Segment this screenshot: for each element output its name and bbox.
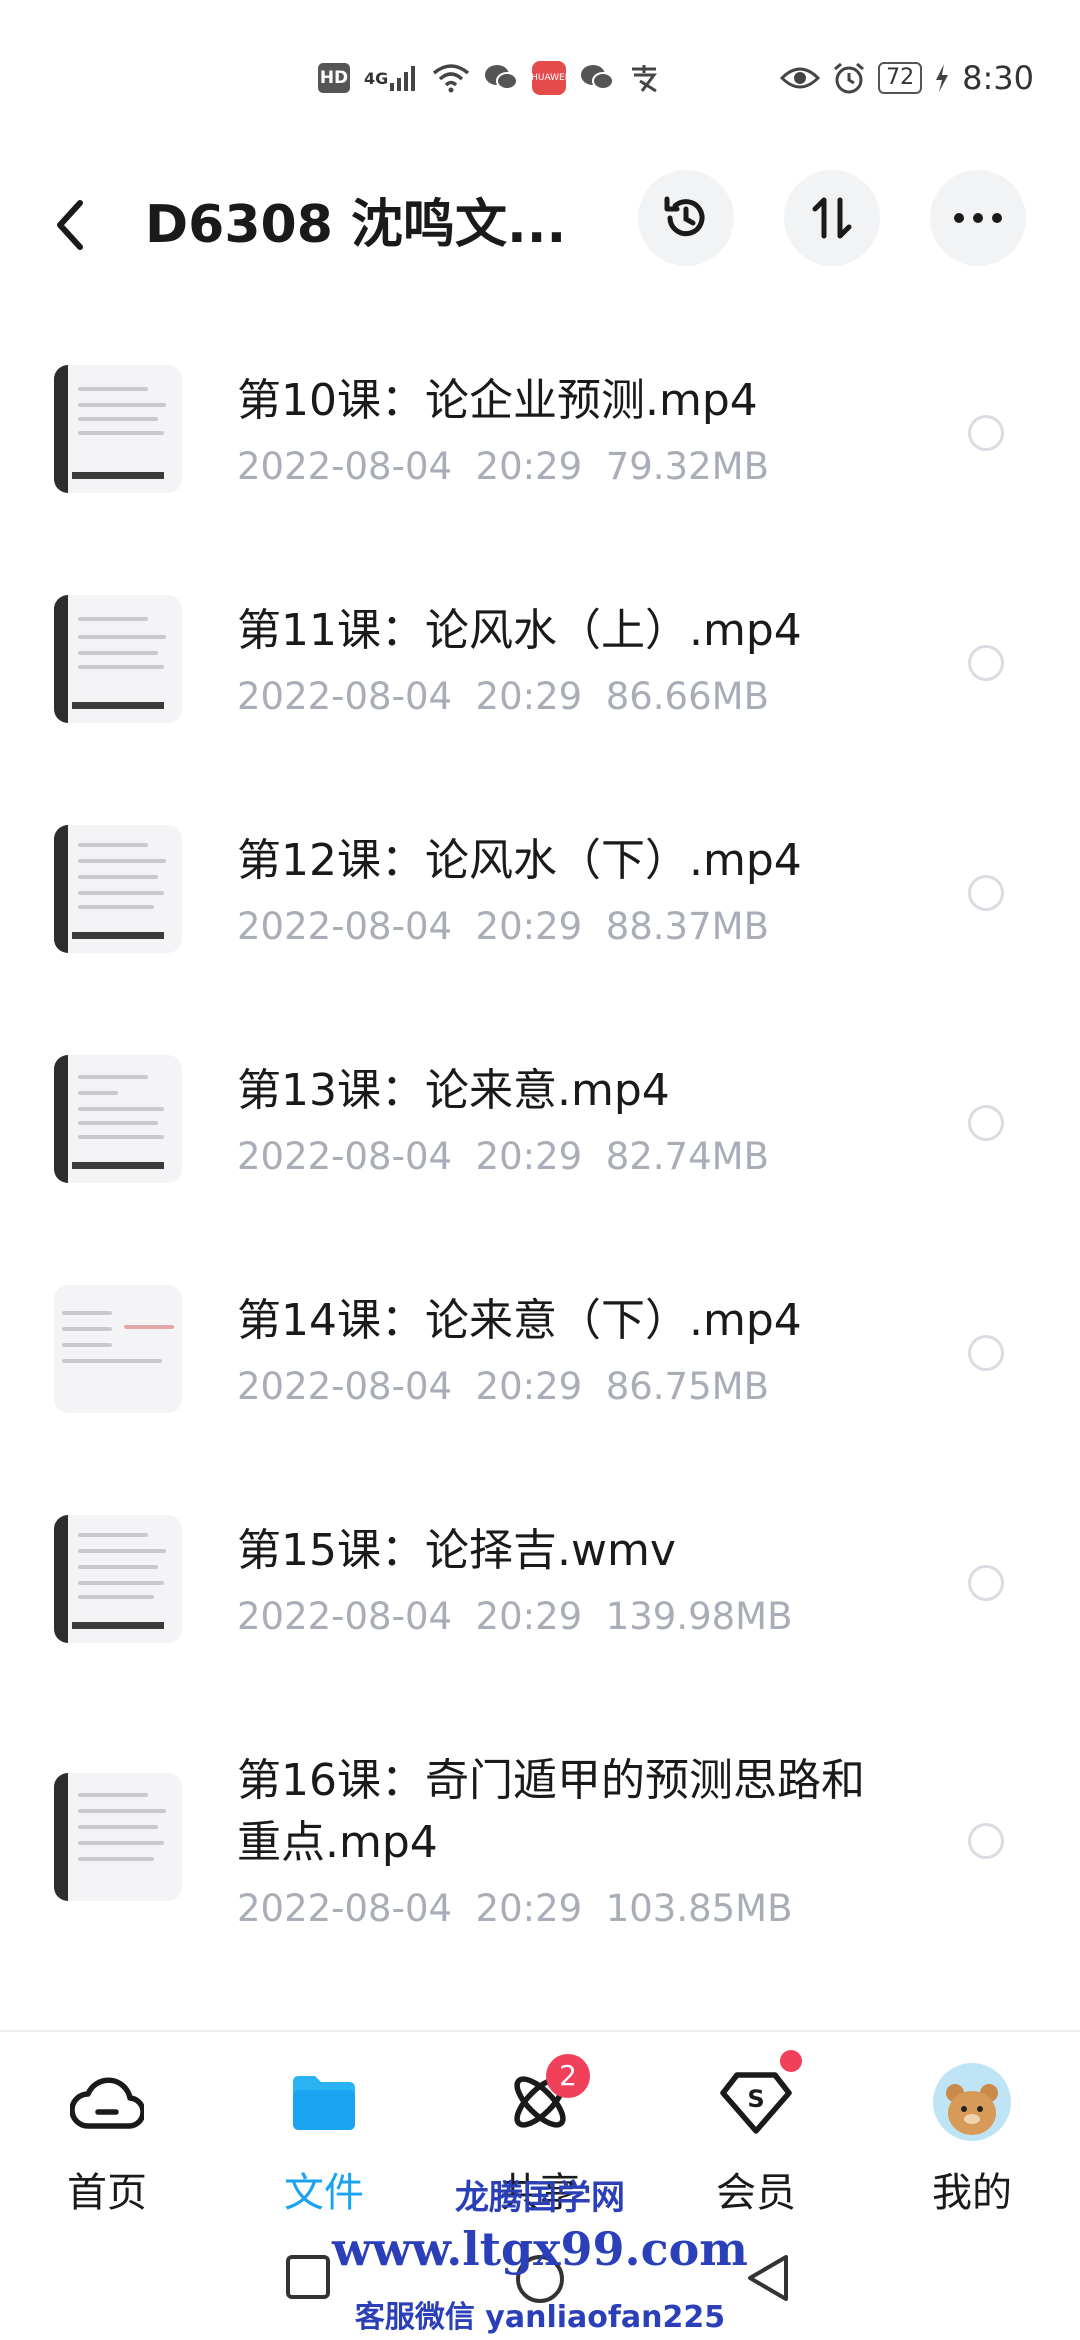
file-row[interactable]: 第12课：论风水（下）.mp4 2022-08-04 20:29 88.37MB: [0, 805, 1080, 1005]
file-meta: 2022-08-04 20:29 79.32MB: [237, 445, 769, 488]
file-row[interactable]: 第11课：论风水（上）.mp4 2022-08-04 20:29 86.66MB: [0, 575, 1080, 775]
file-size: 88.37MB: [605, 905, 769, 948]
file-size: 86.75MB: [605, 1365, 769, 1408]
sort-icon: [812, 197, 852, 239]
status-right-icons: 72 8:30: [780, 58, 1034, 98]
wechat-icon: [484, 63, 519, 93]
video-thumbnail: [54, 1773, 182, 1901]
select-radio[interactable]: [968, 415, 1004, 451]
battery-level: 72: [878, 62, 923, 94]
video-thumbnail: [54, 365, 182, 493]
vip-shield-icon: S: [716, 2050, 802, 2142]
share-atom-icon: 2: [500, 2054, 590, 2142]
video-thumbnail: [54, 1515, 182, 1643]
file-date: 2022-08-04 20:29: [237, 675, 583, 718]
file-size: 82.74MB: [605, 1135, 769, 1178]
top-bar: D6308 沈鸣文...: [0, 170, 1080, 280]
file-meta: 2022-08-04 20:29 139.98MB: [237, 1595, 793, 1638]
watermark-title: 龙腾国学网: [455, 2178, 625, 2218]
watermark-url: www.ltgx99.com: [332, 2222, 748, 2276]
select-radio[interactable]: [968, 1105, 1004, 1141]
file-meta: 2022-08-04 20:29 103.85MB: [237, 1887, 793, 1930]
file-date: 2022-08-04 20:29: [237, 1595, 583, 1638]
file-meta: 2022-08-04 20:29 86.66MB: [237, 675, 769, 718]
status-time: 8:30: [962, 59, 1034, 97]
back-button[interactable]: [52, 192, 112, 258]
file-name: 第12课：论风水（下）.mp4: [237, 835, 802, 886]
hd-icon: HD: [318, 63, 350, 93]
status-left-icons: HD 4G HUAWEI: [318, 58, 660, 98]
eye-icon: [780, 64, 821, 92]
file-name: 第15课：论择吉.wmv: [237, 1525, 676, 1576]
charging-icon: [934, 63, 950, 93]
file-meta: 2022-08-04 20:29 88.37MB: [237, 905, 769, 948]
file-row[interactable]: 第16课：奇门遁甲的预测思路和重点.mp4 2022-08-04 20:29 1…: [0, 1725, 1080, 1985]
select-radio[interactable]: [968, 1565, 1004, 1601]
file-row[interactable]: 第14课：论来意（下）.mp4 2022-08-04 20:29 86.75MB: [0, 1265, 1080, 1465]
history-icon: [664, 196, 705, 237]
watermark-contact: 客服微信 yanliaofan225: [354, 2300, 726, 2335]
file-name: 第11课：论风水（上）.mp4: [237, 605, 802, 656]
file-size: 79.32MB: [605, 445, 769, 488]
file-date: 2022-08-04 20:29: [237, 1887, 583, 1930]
huawei-app-icon: HUAWEI: [531, 61, 567, 95]
file-row[interactable]: 第15课：论择吉.wmv 2022-08-04 20:29 139.98MB: [0, 1495, 1080, 1695]
file-date: 2022-08-04 20:29: [237, 1365, 583, 1408]
select-radio[interactable]: [968, 1823, 1004, 1859]
more-button[interactable]: [930, 170, 1026, 266]
signal-4g-icon: 4G: [364, 63, 418, 93]
file-size: 103.85MB: [605, 1887, 793, 1930]
file-size: 86.66MB: [605, 675, 769, 718]
more-dots-icon: [954, 213, 1002, 223]
file-row[interactable]: 第10课：论企业预测.mp4 2022-08-04 20:29 79.32MB: [0, 345, 1080, 545]
file-name: 第14课：论来意（下）.mp4: [237, 1295, 802, 1346]
file-date: 2022-08-04 20:29: [237, 445, 583, 488]
svg-text:S: S: [747, 2085, 764, 2113]
share-badge: 2: [546, 2054, 590, 2098]
video-thumbnail: [54, 1285, 182, 1413]
status-bar: HD 4G HUAWEI 72 8:30: [0, 0, 1080, 150]
alipay-icon: [628, 63, 660, 93]
sort-button[interactable]: [784, 170, 880, 266]
file-name: 第16课：奇门遁甲的预测思路和重点.mp4: [237, 1755, 865, 1868]
file-date: 2022-08-04 20:29: [237, 905, 583, 948]
file-name: 第10课：论企业预测.mp4: [237, 375, 758, 426]
chevron-left-icon: [57, 200, 83, 250]
select-radio[interactable]: [968, 645, 1004, 681]
home-cloud-icon: [67, 2062, 147, 2142]
video-thumbnail: [54, 825, 182, 953]
alarm-icon: [832, 61, 866, 95]
file-size: 139.98MB: [605, 1595, 793, 1638]
avatar: [932, 2062, 1012, 2142]
file-meta: 2022-08-04 20:29 86.75MB: [237, 1365, 769, 1408]
history-button[interactable]: [638, 170, 734, 266]
file-meta: 2022-08-04 20:29 82.74MB: [237, 1135, 769, 1178]
file-row[interactable]: 第13课：论来意.mp4 2022-08-04 20:29 82.74MB: [0, 1035, 1080, 1235]
vip-notification-dot: [780, 2050, 802, 2072]
video-thumbnail: [54, 595, 182, 723]
select-radio[interactable]: [968, 1335, 1004, 1371]
file-name: 第13课：论来意.mp4: [237, 1065, 670, 1116]
file-date: 2022-08-04 20:29: [237, 1135, 583, 1178]
page-title: D6308 沈鸣文...: [145, 195, 567, 255]
select-radio[interactable]: [968, 875, 1004, 911]
video-thumbnail: [54, 1055, 182, 1183]
folder-icon: [284, 2062, 364, 2142]
wechat-icon: [580, 63, 615, 93]
wifi-icon: [432, 63, 470, 93]
